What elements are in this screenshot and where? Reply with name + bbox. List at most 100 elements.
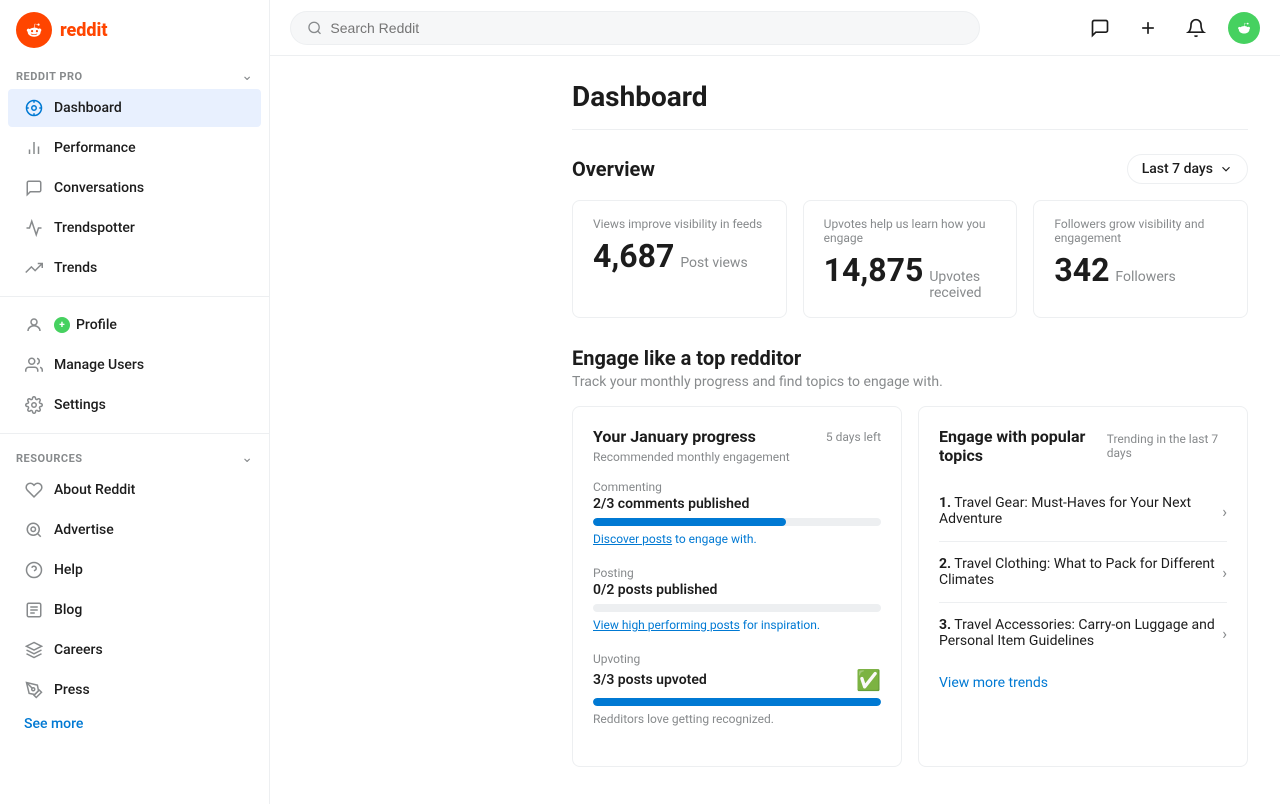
sidebar-item-careers[interactable]: Careers [8,631,261,669]
settings-icon [24,395,44,415]
topbar-actions [1084,12,1260,44]
sidebar-settings-label: Settings [54,397,106,413]
reddit-logo[interactable]: reddit [0,0,269,60]
sidebar-manage-users-label: Manage Users [54,357,144,373]
sidebar-resources-label: RESOURCES [16,452,83,465]
chevron-down-icon [1219,162,1233,176]
sidebar-resources-section-header: RESOURCES ⌄ [0,442,269,470]
sidebar-item-profile[interactable]: + Profile [8,306,261,344]
engage-title: Engage like a top redditor [572,346,1248,370]
stat-followers-label: Followers grow visibility and engagement [1054,217,1227,245]
conversations-icon [24,178,44,198]
sidebar-profile-label: Profile [76,317,117,333]
main-content: Dashboard Overview Last 7 days Views imp… [540,56,1280,804]
performance-icon [24,138,44,158]
sidebar-careers-label: Careers [54,642,103,658]
trend-1-chevron-icon: › [1222,502,1227,521]
press-icon [24,680,44,700]
sidebar: reddit REDDIT PRO ⌄ Dashboard Performanc… [0,0,270,804]
overview-header: Overview Last 7 days [572,154,1248,184]
sidebar-item-conversations[interactable]: Conversations [8,169,261,207]
sidebar-press-label: Press [54,682,90,698]
stats-row: Views improve visibility in feeds 4,687 … [572,200,1248,318]
sidebar-pro-label: REDDIT PRO [16,70,83,83]
stat-upvotes-label: Upvotes help us learn how you engage [824,217,997,245]
posting-value: 0/2 posts published [593,582,881,598]
trend-item-1[interactable]: 1. Travel Gear: Must-Haves for Your Next… [939,481,1227,542]
about-reddit-icon [24,480,44,500]
sidebar-item-blog[interactable]: Blog [8,591,261,629]
help-icon [24,560,44,580]
sidebar-item-press[interactable]: Press [8,671,261,709]
page-title: Dashboard [572,80,1248,113]
progress-days-left: 5 days left [826,430,881,444]
sidebar-conversations-label: Conversations [54,180,144,196]
sidebar-help-label: Help [54,562,83,578]
progress-posting-section: Posting 0/2 posts published View high pe… [593,566,881,632]
progress-card-header: Your January progress 5 days left [593,427,881,446]
sidebar-blog-label: Blog [54,602,82,618]
profile-icon [24,315,44,335]
sidebar-item-performance[interactable]: Performance [8,129,261,167]
sidebar-item-help[interactable]: Help [8,551,261,589]
dashboard-icon [24,98,44,118]
upvoting-type-label: Upvoting [593,652,881,666]
sidebar-item-trendspotter[interactable]: Trendspotter [8,209,261,247]
sidebar-item-advertise[interactable]: Advertise [8,511,261,549]
trends-icon [24,258,44,278]
commenting-progress-fill [593,518,786,526]
progress-upvoting-section: Upvoting 3/3 posts upvoted ✅ Redditors l… [593,652,881,726]
stat-card-followers: Followers grow visibility and engagement… [1033,200,1248,318]
sidebar-dashboard-label: Dashboard [54,100,122,116]
stat-followers-value: 342 Followers [1054,251,1227,289]
commenting-discover-link[interactable]: Discover posts to engage with. [593,532,881,546]
add-button[interactable] [1132,12,1164,44]
profile-plus-icon: + [54,317,70,333]
sidebar-performance-label: Performance [54,140,136,156]
chat-button[interactable] [1084,12,1116,44]
trend-item-3[interactable]: 3. Travel Accessories: Carry-on Luggage … [939,603,1227,663]
stat-card-upvotes: Upvotes help us learn how you engage 14,… [803,200,1018,318]
advertise-icon [24,520,44,540]
trends-card-title: Engage with popular topics [939,427,1107,465]
resources-section-chevron-icon[interactable]: ⌄ [241,450,253,466]
sidebar-divider-1 [0,296,269,297]
trend-3-chevron-icon: › [1222,624,1227,643]
sidebar-trends-label: Trends [54,260,97,276]
topbar [270,0,1280,56]
sidebar-pro-section-header: REDDIT PRO ⌄ [0,60,269,88]
stat-card-views: Views improve visibility in feeds 4,687 … [572,200,787,318]
careers-icon [24,640,44,660]
sidebar-item-dashboard[interactable]: Dashboard [8,89,261,127]
commenting-progress-bg [593,518,881,526]
user-avatar[interactable] [1228,12,1260,44]
overview-title: Overview [572,157,655,181]
search-input[interactable] [330,20,963,36]
posting-type-label: Posting [593,566,881,580]
sidebar-item-trends[interactable]: Trends [8,249,261,287]
posting-progress-bg [593,604,881,612]
progress-commenting-section: Commenting 2/3 comments published Discov… [593,480,881,546]
date-filter-button[interactable]: Last 7 days [1127,154,1248,184]
posting-inspiration-link[interactable]: View high performing posts for inspirati… [593,618,881,632]
sidebar-item-settings[interactable]: Settings [8,386,261,424]
search-icon [307,20,322,36]
sidebar-item-about-reddit[interactable]: About Reddit [8,471,261,509]
see-more-button[interactable]: See more [0,710,269,738]
progress-card-subtitle: Recommended monthly engagement [593,450,881,464]
commenting-value: 2/3 comments published [593,496,881,512]
upvoting-note: Redditors love getting recognized. [593,712,881,726]
view-more-trends-link[interactable]: View more trends [939,675,1227,691]
sidebar-item-manage-users[interactable]: Manage Users [8,346,261,384]
search-bar[interactable] [290,11,980,45]
sidebar-advertise-label: Advertise [54,522,114,538]
pro-section-chevron-icon[interactable]: ⌄ [241,68,253,84]
notifications-button[interactable] [1180,12,1212,44]
progress-card-title: Your January progress [593,427,756,446]
trend-item-2[interactable]: 2. Travel Clothing: What to Pack for Dif… [939,542,1227,603]
reddit-logo-icon [16,12,52,48]
upvoting-value: 3/3 posts upvoted ✅ [593,668,881,692]
sidebar-about-reddit-label: About Reddit [54,482,135,498]
commenting-type-label: Commenting [593,480,881,494]
upvoting-complete-icon: ✅ [856,668,881,692]
